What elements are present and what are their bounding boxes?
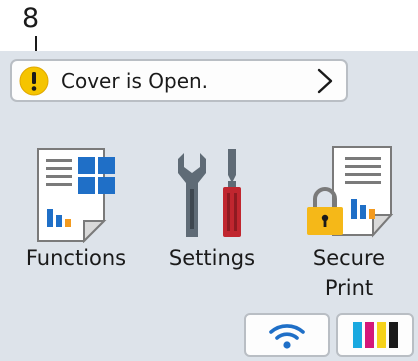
functions-button[interactable]: Functions (18, 145, 134, 273)
wifi-icon (269, 324, 305, 349)
toner-button[interactable] (336, 313, 414, 357)
settings-icon (178, 149, 241, 237)
settings-button[interactable]: Settings (158, 145, 266, 273)
wifi-button[interactable] (244, 313, 330, 357)
functions-label: Functions (25, 246, 127, 270)
page: 8 Cover is Open. Functions Settings Secu… (0, 0, 418, 361)
status-message-text: Cover is Open. (61, 68, 209, 93)
callout-number: 8 (22, 3, 40, 34)
warning-icon (19, 66, 49, 95)
secure-print-icon (307, 146, 394, 238)
secure-print-label-line1: Secure (312, 246, 386, 270)
chevron-right-icon (317, 68, 333, 93)
secure-print-button[interactable]: Secure Print (290, 145, 408, 303)
functions-icon (37, 148, 115, 243)
status-message-bar[interactable]: Cover is Open. (10, 59, 348, 102)
settings-label: Settings (168, 246, 256, 270)
toner-icon (353, 322, 398, 348)
secure-print-label-line2: Print (324, 276, 374, 300)
